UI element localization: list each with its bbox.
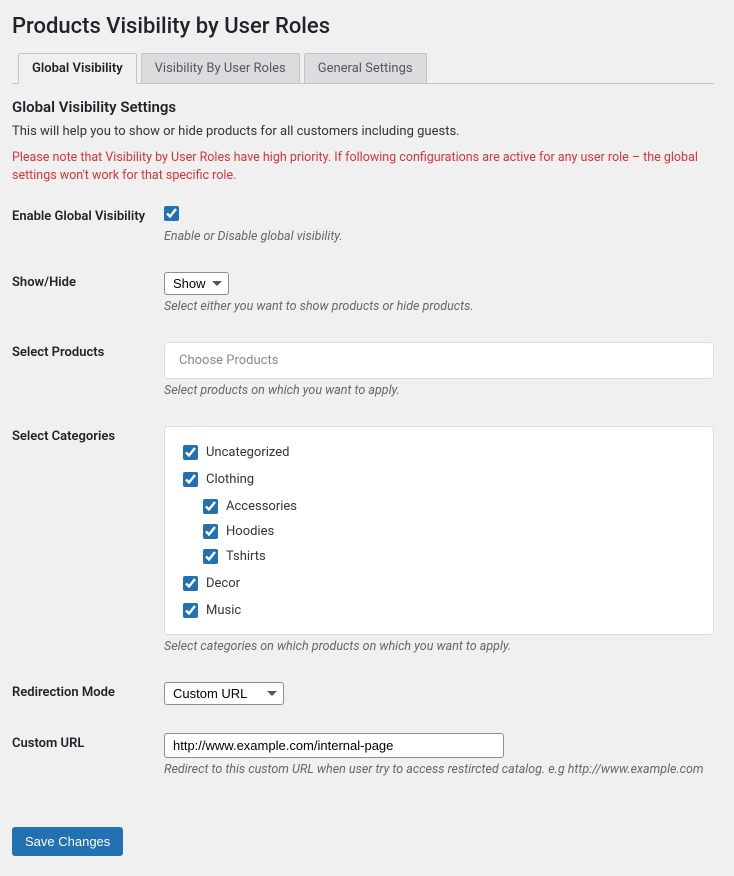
redirection-select[interactable]: Custom URL [164,682,284,705]
category-item: Uncategorized [183,445,695,460]
save-button[interactable]: Save Changes [12,827,123,856]
category-label: Accessories [226,499,297,514]
category-checkbox-accessories[interactable] [203,499,218,514]
page-title: Products Visibility by User Roles [12,10,714,39]
category-label: Music [206,603,241,618]
tab-global-visibility[interactable]: Global Visibility [18,53,137,84]
custom-url-help: Redirect to this custom URL when user tr… [164,762,714,777]
categories-box: Uncategorized Clothing Accessories Hoodi… [164,426,714,635]
category-label: Hoodies [226,524,274,539]
products-select[interactable]: Choose Products [164,342,714,379]
category-item: Tshirts [203,549,695,564]
enable-checkbox[interactable] [164,206,179,221]
enable-label: Enable Global Visibility [12,206,164,224]
tab-general-settings[interactable]: General Settings [304,53,427,84]
section-description: This will help you to show or hide produ… [12,124,714,139]
category-item: Hoodies [203,524,695,539]
category-checkbox-clothing[interactable] [183,472,198,487]
tab-visibility-by-roles[interactable]: Visibility By User Roles [141,53,300,84]
showhide-help: Select either you want to show products … [164,299,714,314]
category-item: Music [183,603,695,618]
category-checkbox-uncategorized[interactable] [183,445,198,460]
categories-label: Select Categories [12,426,164,444]
category-checkbox-hoodies[interactable] [203,524,218,539]
custom-url-label: Custom URL [12,733,164,751]
section-title: Global Visibility Settings [12,98,714,116]
category-checkbox-decor[interactable] [183,576,198,591]
category-label: Decor [206,576,240,591]
category-checkbox-tshirts[interactable] [203,549,218,564]
category-label: Clothing [206,472,254,487]
showhide-select[interactable]: Show [164,272,229,295]
tabs: Global Visibility Visibility By User Rol… [12,53,714,84]
enable-help: Enable or Disable global visibility. [164,229,714,244]
products-label: Select Products [12,342,164,360]
redirection-label: Redirection Mode [12,682,164,700]
category-item: Accessories [203,499,695,514]
category-label: Tshirts [226,549,266,564]
category-item: Decor [183,576,695,591]
showhide-label: Show/Hide [12,272,164,290]
warning-text: Please note that Visibility by User Role… [12,149,714,184]
category-label: Uncategorized [206,445,289,460]
products-help: Select products on which you want to app… [164,383,714,398]
custom-url-input[interactable] [164,733,504,758]
category-checkbox-music[interactable] [183,603,198,618]
category-item: Clothing [183,472,695,487]
categories-help: Select categories on which products on w… [164,639,714,654]
